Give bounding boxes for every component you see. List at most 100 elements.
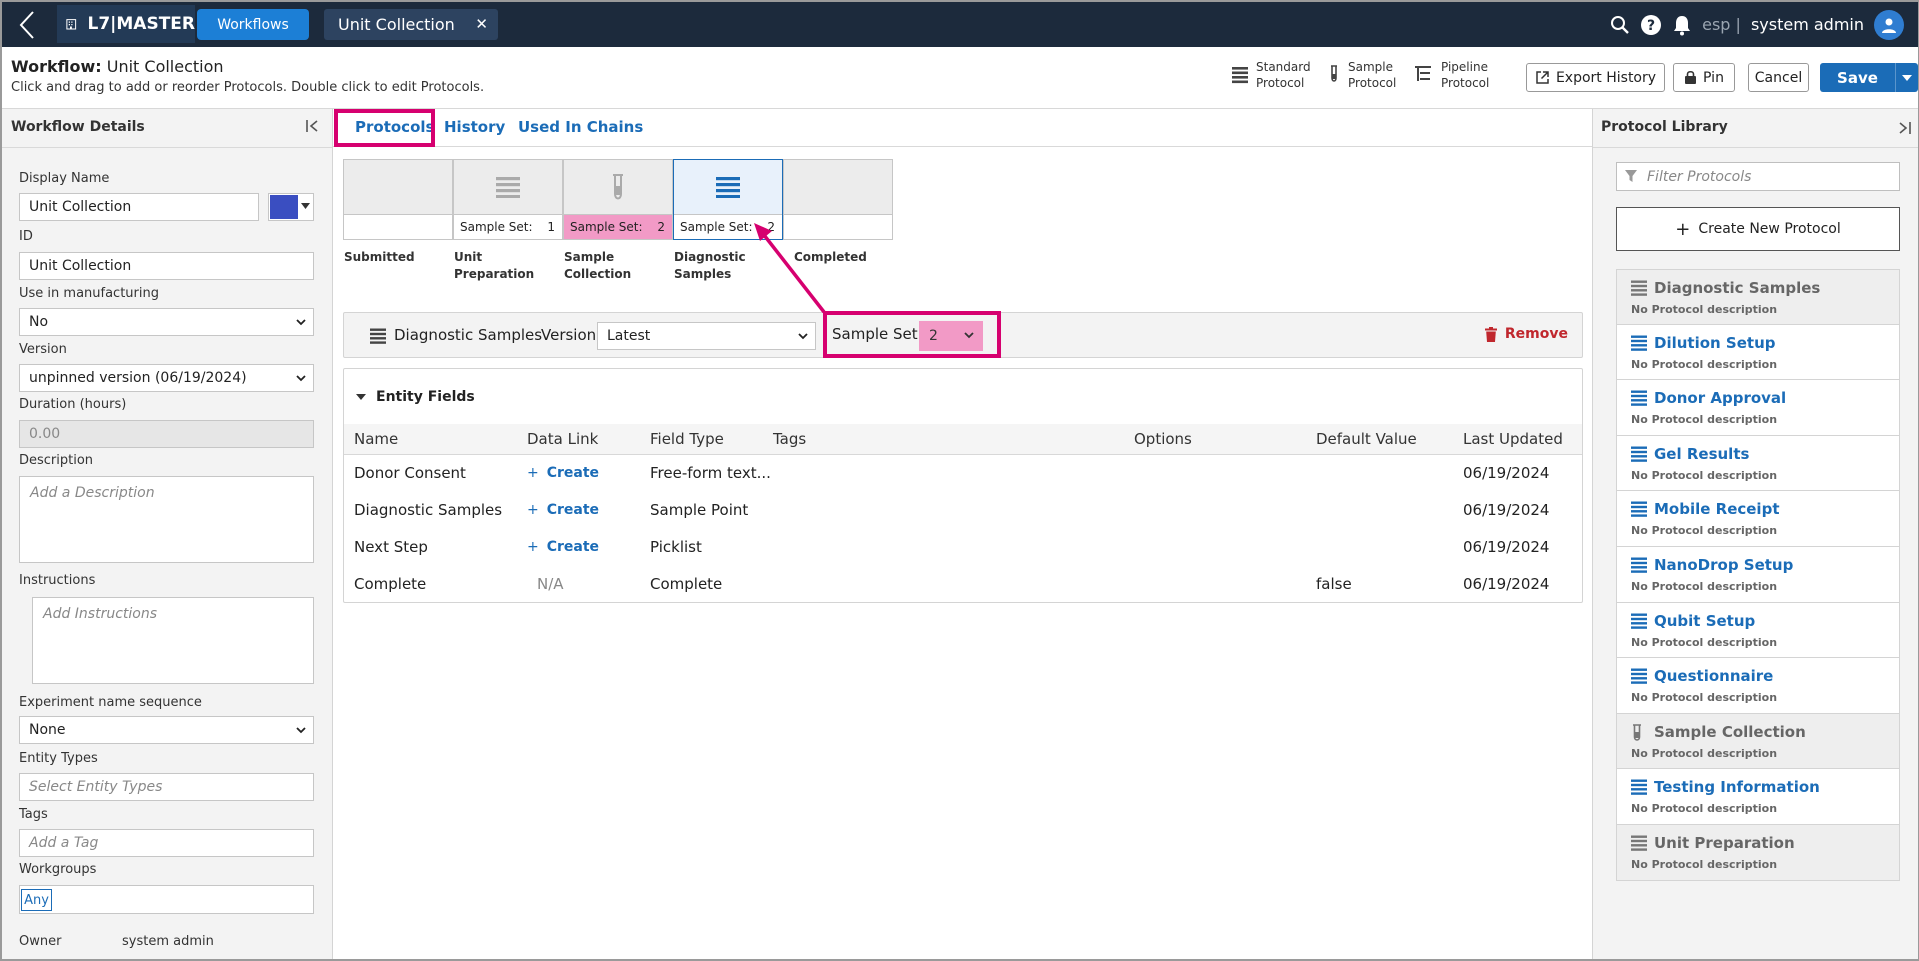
workgroups-input[interactable] xyxy=(19,885,314,914)
workflows-nav-button[interactable]: Workflows xyxy=(197,9,309,40)
list-item[interactable]: Diagnostic Samples No Protocol descripti… xyxy=(1616,269,1900,325)
legend-standard-text: Standard Protocol xyxy=(1256,59,1311,91)
protocol-version-select[interactable]: Latest xyxy=(597,322,816,350)
field-name: Diagnostic Samples xyxy=(354,500,503,519)
list-item[interactable]: Testing Information No Protocol descript… xyxy=(1616,769,1900,825)
entity-fields-toggle[interactable]: Entity Fields xyxy=(356,389,475,405)
field-tags xyxy=(773,528,1134,565)
table-row[interactable]: Donor Consent + Create Free-form text... … xyxy=(344,454,1582,491)
step-diagnostic-samples[interactable]: Sample Set: 2 xyxy=(673,159,783,240)
step-name-line: Submitted xyxy=(344,250,415,264)
create-new-protocol-button[interactable]: + Create New Protocol xyxy=(1616,207,1900,251)
field-type: Picklist xyxy=(650,537,702,556)
pin-button[interactable]: Pin xyxy=(1673,63,1735,92)
export-history-button[interactable]: Export History xyxy=(1526,63,1665,92)
column-header: Data Link xyxy=(527,424,650,455)
color-picker[interactable] xyxy=(268,193,314,221)
page-title: Workflow: Unit Collection xyxy=(11,57,224,76)
filter-protocols-input[interactable]: Filter Protocols xyxy=(1616,162,1900,191)
sample-protocol-icon xyxy=(1633,723,1641,741)
version-select[interactable]: unpinned version (06/19/2024) xyxy=(19,364,314,392)
plus-icon: + xyxy=(527,538,539,555)
list-item[interactable]: Donor Approval No Protocol description xyxy=(1616,380,1900,436)
list-item[interactable]: Mobile Receipt No Protocol description xyxy=(1616,491,1900,547)
workgroups-label: Workgroups xyxy=(19,862,97,877)
data-link-cell: + Create xyxy=(527,454,650,491)
list-item[interactable]: NanoDrop Setup No Protocol description xyxy=(1616,546,1900,603)
exp-seq-value: None xyxy=(29,722,66,738)
standard-protocol-icon xyxy=(1631,335,1647,351)
id-input[interactable]: Unit Collection xyxy=(19,252,314,280)
step-completed[interactable] xyxy=(783,159,893,240)
field-default xyxy=(1316,491,1463,528)
tags-input[interactable]: Add a Tag xyxy=(19,829,314,857)
workflow-header: Workflow: Unit Collection Click and drag… xyxy=(2,47,1918,109)
create-link-button[interactable]: + Create xyxy=(527,539,650,555)
exp-seq-select[interactable]: None xyxy=(19,716,314,744)
instructions-textarea[interactable]: Add Instructions xyxy=(32,597,314,684)
list-item[interactable]: Questionnaire No Protocol description xyxy=(1616,658,1900,714)
back-chevron-icon[interactable] xyxy=(10,8,44,42)
user-avatar-icon[interactable] xyxy=(1874,9,1904,40)
protocol-item-desc: No Protocol description xyxy=(1631,357,1778,371)
remove-protocol-button[interactable]: Remove xyxy=(1484,326,1568,342)
table-row[interactable]: Complete N/A Complete false 06/19/2024 xyxy=(344,565,1582,602)
entity-fields-title: Entity Fields xyxy=(376,389,475,405)
save-button[interactable]: Save xyxy=(1820,63,1918,92)
workgroup-chip-any[interactable]: Any xyxy=(21,889,52,911)
description-textarea[interactable]: Add a Description xyxy=(19,476,314,563)
close-tab-icon[interactable]: ✕ xyxy=(475,15,488,33)
building-icon xyxy=(66,19,77,30)
step-submitted[interactable] xyxy=(343,159,453,240)
create-link-button[interactable]: + Create xyxy=(527,465,650,481)
protocol-item-desc: No Protocol description xyxy=(1631,746,1778,760)
field-options xyxy=(1134,565,1316,602)
create-link-button[interactable]: + Create xyxy=(527,502,650,518)
collapse-right-panel-icon[interactable] xyxy=(1896,120,1912,136)
step-unit-preparation[interactable]: Sample Set: 1 xyxy=(453,159,563,240)
manufacturing-select[interactable]: No xyxy=(19,308,314,336)
list-item[interactable]: Gel Results No Protocol description xyxy=(1616,435,1900,492)
step-sample-collection[interactable]: Sample Set: 2 xyxy=(563,159,673,240)
list-item[interactable]: Qubit Setup No Protocol description xyxy=(1616,602,1900,659)
standard-protocol-icon xyxy=(1631,779,1647,796)
help-icon[interactable]: ? xyxy=(1640,14,1662,36)
version-label: Version xyxy=(541,326,597,344)
notifications-bell-icon[interactable] xyxy=(1672,14,1692,36)
field-type: Sample Point xyxy=(650,500,749,519)
table-row[interactable]: Next Step + Create Picklist 06/19/2024 xyxy=(344,528,1582,565)
doc-tab-unit-collection[interactable]: Unit Collection ✕ xyxy=(324,9,498,40)
display-name-input[interactable]: Unit Collection xyxy=(19,193,259,221)
user-name[interactable]: system admin xyxy=(1751,15,1864,34)
app-switcher[interactable]: L7|MASTER xyxy=(57,5,195,43)
list-item[interactable]: Sample Collection No Protocol descriptio… xyxy=(1616,713,1900,770)
duration-label: Duration (hours) xyxy=(19,397,127,412)
save-options-chevron-icon[interactable] xyxy=(1895,63,1918,92)
field-tags xyxy=(773,491,1134,528)
step-sample-set xyxy=(784,214,892,239)
standard-protocol-icon xyxy=(1631,557,1647,573)
protocol-item-name: Questionnaire xyxy=(1654,667,1774,686)
filter-icon xyxy=(1625,170,1637,182)
tab-used-in-chains[interactable]: Used In Chains xyxy=(518,118,643,136)
column-header: Name xyxy=(344,424,527,455)
owner-label: Owner xyxy=(19,934,62,949)
cancel-button[interactable]: Cancel xyxy=(1748,63,1809,92)
column-header: Options xyxy=(1134,424,1316,455)
standard-protocol-icon xyxy=(1631,501,1647,518)
duration-input[interactable]: 0.00 xyxy=(19,420,314,448)
legend-standard-line2: Protocol xyxy=(1256,76,1305,90)
table-row[interactable]: Diagnostic Samples + Create Sample Point … xyxy=(344,491,1582,528)
create-label: Create xyxy=(546,464,600,481)
panel-divider xyxy=(2,147,332,148)
list-item[interactable]: Dilution Setup No Protocol description xyxy=(1616,324,1900,381)
protocol-name: Diagnostic Samples xyxy=(394,326,543,344)
tab-history[interactable]: History xyxy=(444,118,505,136)
search-icon[interactable] xyxy=(1610,15,1630,35)
collapse-left-panel-icon[interactable] xyxy=(305,118,321,138)
protocol-item-name: Unit Preparation xyxy=(1654,833,1795,852)
filter-placeholder: Filter Protocols xyxy=(1647,168,1752,185)
entity-types-input[interactable]: Select Entity Types xyxy=(19,773,314,801)
title-text: Unit Collection xyxy=(106,57,224,76)
list-item[interactable]: Unit Preparation No Protocol description xyxy=(1616,824,1900,881)
